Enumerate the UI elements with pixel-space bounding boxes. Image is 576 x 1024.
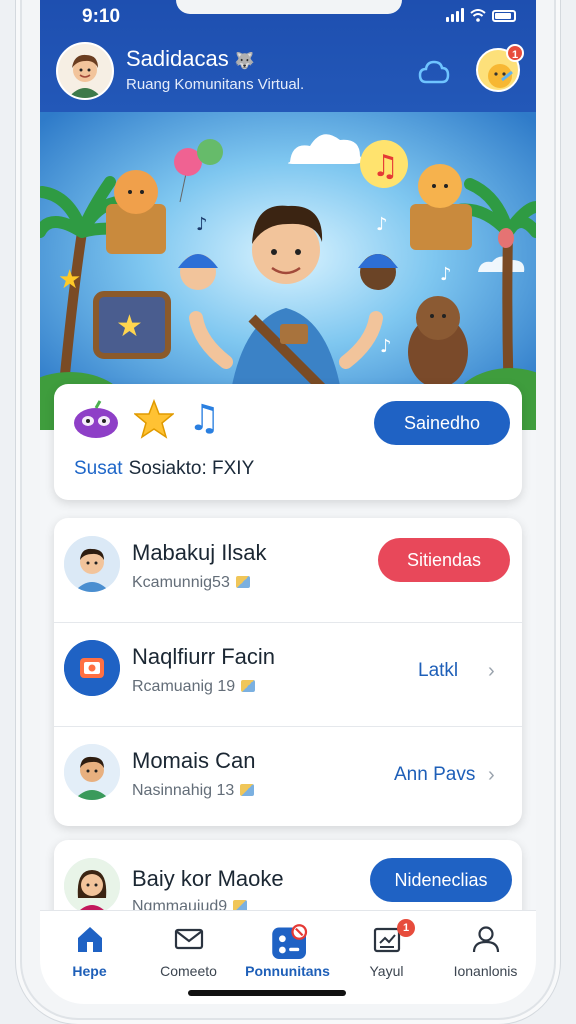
home-indicator [188,990,346,996]
app-header: 9:10 Sadidacas 🐺 Ruang Komunitans Virtua… [40,0,536,112]
app-subtitle: Ruang Komunitans Virtual. [126,76,305,93]
user-avatar[interactable] [56,42,114,100]
community-icon [271,924,307,959]
member-link[interactable]: Ann Pavs [394,764,475,786]
member-avatar [64,536,120,592]
battery-icon [492,10,516,22]
member-name: Baiy kor Maoke [132,866,284,891]
box-icon [240,784,255,796]
member-link[interactable]: Latkl [418,660,458,682]
tab-label: Comeeto [160,963,217,979]
notch [176,0,402,14]
app-avatar [64,640,120,696]
app-title: Sadidacas 🐺 [126,46,255,71]
member-name: Mabakuj Ilsak [132,540,267,565]
member-action-button[interactable]: Nideneclias [370,858,512,902]
feature-action-button[interactable]: Sainedho [374,401,510,445]
svg-text:♪: ♪ [196,214,208,235]
member-list-card: Mabakuj Ilsak Kcamunnig53 Sitiendas Naql… [54,518,522,826]
tab-community[interactable]: Ponnunitans [238,911,337,991]
feature-accent: Susat [74,458,123,479]
mail-icon [174,928,203,950]
tab-label: Ionanlonis [453,963,518,979]
member-meta: Nasinnahig 13 [132,782,255,800]
member-avatar [64,858,120,914]
svg-text:♫: ♫ [372,149,399,184]
tab-comments[interactable]: Comeeto [139,911,238,991]
status-icons [446,8,516,22]
emoji-row: ♫ [72,398,220,439]
feature-text: Susat Sosiakto: FXIY [74,458,254,480]
svg-text:♪: ♪ [380,336,392,357]
music-note-icon: ♫ [188,398,221,439]
tab-label: Hepe [72,963,107,979]
svg-text:★: ★ [58,265,81,295]
list-item[interactable]: Naqlfiurr Facin Rcamuanig 19 Latkl › [54,622,522,726]
wifi-icon [470,9,486,22]
signal-icon [446,8,464,22]
box-icon [241,680,256,692]
member-meta: Rcamuanig 19 [132,678,256,696]
svg-text:♪: ♪ [376,214,388,235]
chevron-right-icon: › [488,764,495,786]
tab-label: Yayul [369,963,404,979]
tab-badge: 1 [397,919,415,937]
tab-home[interactable]: Hepe [40,911,139,991]
tab-profile[interactable]: Ionanlonis [436,911,535,991]
member-avatar [64,744,120,800]
profile-icon [472,926,499,953]
star-icon [134,398,174,439]
member-name: Naqlfiurr Facin [132,644,276,669]
svg-text:★: ★ [116,309,143,344]
notification-badge: 1 [506,44,524,62]
chevron-right-icon: › [488,660,495,682]
svg-text:♪: ♪ [440,264,452,285]
status-time: 9:10 [82,6,121,27]
feature-label: Sosiakto: FXIY [128,458,255,479]
grape-icon [74,399,118,438]
box-icon [235,576,250,588]
list-item[interactable]: Mabakuj Ilsak Kcamunnig53 Sitiendas [54,518,522,622]
hero-illustration: ♫ ♪ ♪ ♪ ♪ ★ ★ [40,112,536,430]
member-name: Momais Can [132,748,256,773]
home-icon [77,927,102,952]
phone-frame: 9:10 Sadidacas 🐺 Ruang Komunitans Virtua… [22,0,554,1018]
screen: 9:10 Sadidacas 🐺 Ruang Komunitans Virtua… [40,0,536,1004]
wolf-emoji-icon: 🐺 [234,53,255,70]
member-meta: Kcamunnig53 [132,574,250,592]
feature-card: ♫ Susat Sosiakto: FXIY Sainedho [54,384,522,500]
tab-inbox[interactable]: 1 Yayul [337,911,436,991]
list-item[interactable]: Momais Can Nasinnahig 13 Ann Pavs › [54,726,522,830]
tab-label: Ponnunitans [245,963,330,979]
chat-cloud-icon[interactable] [418,58,450,88]
member-action-button[interactable]: Sitiendas [378,538,510,582]
